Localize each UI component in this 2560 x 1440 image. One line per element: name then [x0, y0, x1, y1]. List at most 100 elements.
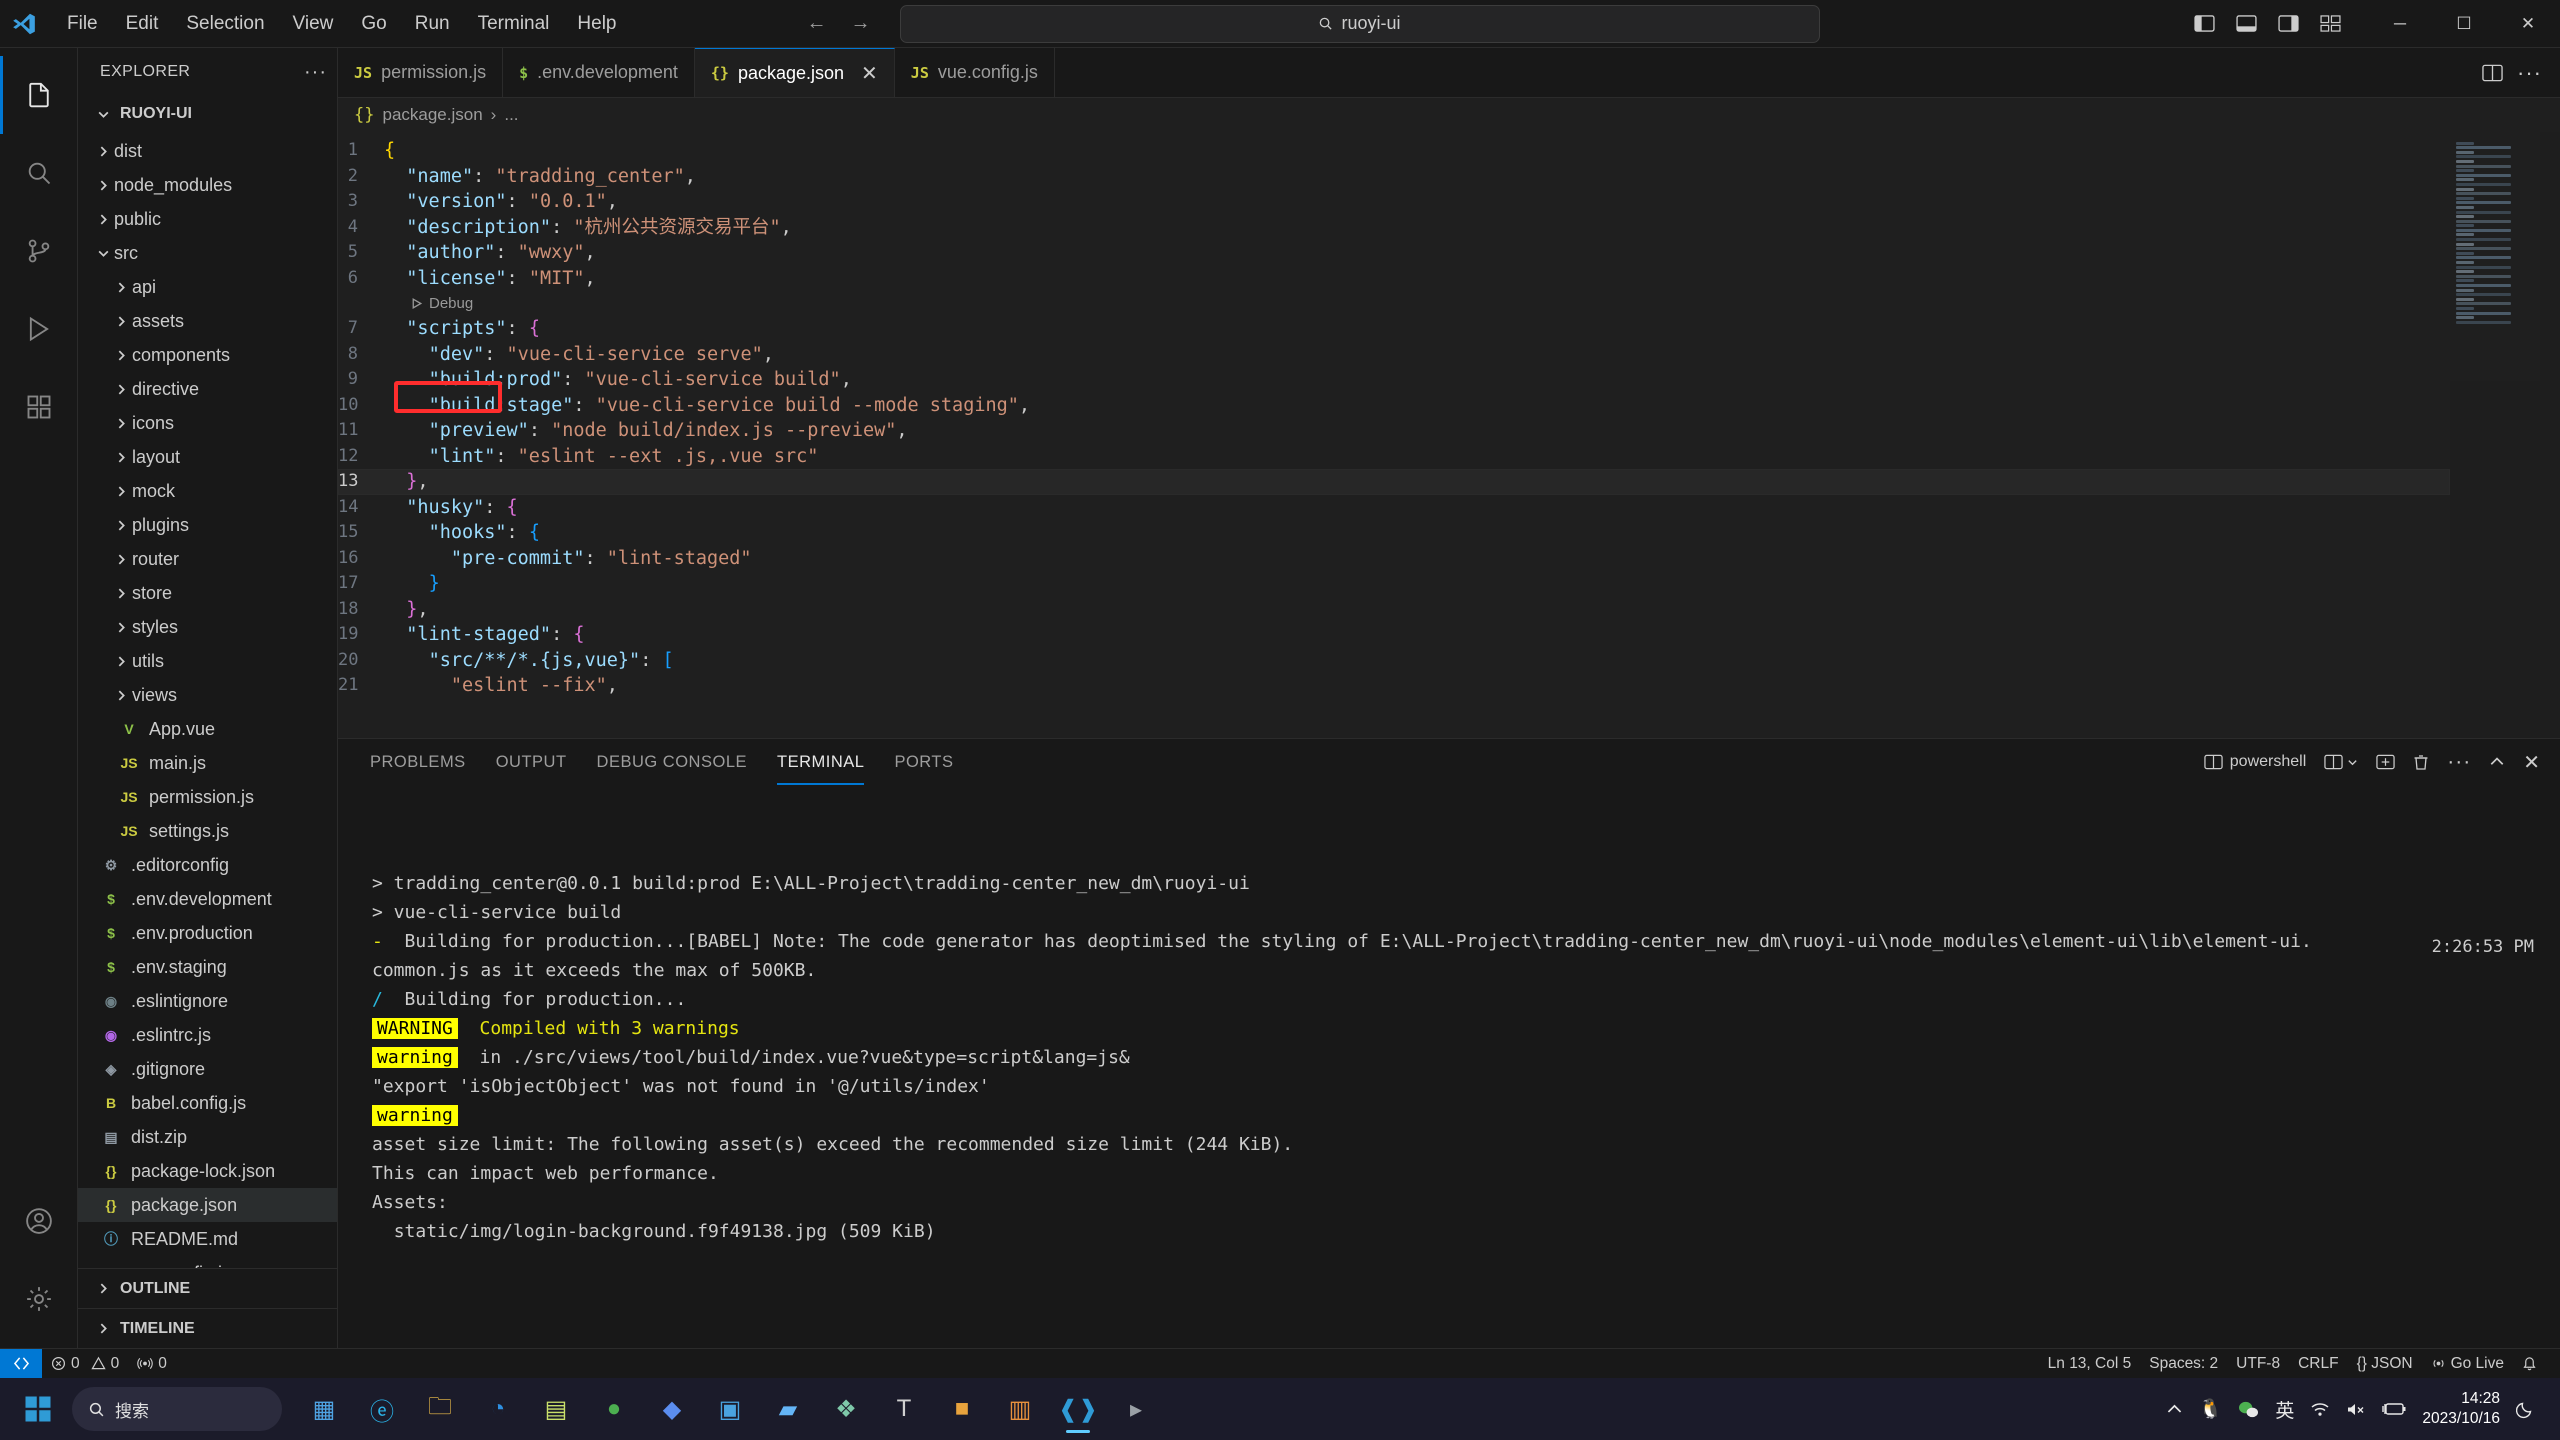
- tree-item-package-json[interactable]: {} package.json: [78, 1188, 337, 1222]
- file-tree[interactable]: dist node_modules public src api assets compon…: [78, 132, 337, 1268]
- tree-item-views[interactable]: views: [78, 678, 337, 712]
- toggle-primary-sidebar-icon[interactable]: [2186, 8, 2222, 40]
- code-line[interactable]: 16 "pre-commit": "lint-staged": [338, 546, 2450, 572]
- tree-item-permission-js[interactable]: JS permission.js: [78, 780, 337, 814]
- panel-tab-output[interactable]: OUTPUT: [496, 739, 567, 785]
- tree-item-node-modules[interactable]: node_modules: [78, 168, 337, 202]
- editor-tab-permission-js[interactable]: JS permission.js: [338, 48, 504, 97]
- customize-layout-icon[interactable]: [2312, 8, 2348, 40]
- tree-item-router[interactable]: router: [78, 542, 337, 576]
- tree-item-icons[interactable]: icons: [78, 406, 337, 440]
- menu-go[interactable]: Go: [348, 8, 399, 40]
- taskbar-app-notes[interactable]: ▤: [530, 1383, 582, 1435]
- code-line[interactable]: 6 "license": "MIT",: [338, 266, 2450, 292]
- remote-indicator-icon[interactable]: [0, 1348, 42, 1379]
- toggle-panel-icon[interactable]: [2228, 8, 2264, 40]
- moon-icon[interactable]: [2516, 1399, 2536, 1419]
- code-line[interactable]: 5 "author": "wwxy",: [338, 240, 2450, 266]
- code-lines[interactable]: 1{2 "name": "tradding_center", 3 "version…: [338, 132, 2450, 738]
- tree-item-components[interactable]: components: [78, 338, 337, 372]
- tree-item-env-production[interactable]: $ .env.production: [78, 916, 337, 950]
- taskbar-app-vscode[interactable]: ❰❱: [1052, 1383, 1104, 1435]
- menu-view[interactable]: View: [280, 8, 347, 40]
- tree-item-editorconfig[interactable]: ⚙ .editorconfig: [78, 848, 337, 882]
- activity-accounts[interactable]: [0, 1182, 78, 1260]
- tree-item-main-js[interactable]: JS main.js: [78, 746, 337, 780]
- status-language-mode[interactable]: {} JSON: [2348, 1349, 2422, 1379]
- editor-tab-env-development[interactable]: $ .env.development: [503, 48, 695, 97]
- editor-tab-vue-config-js[interactable]: JS vue.config.js: [894, 48, 1055, 97]
- taskbar-app-folder-blue[interactable]: ▣: [704, 1383, 756, 1435]
- timeline-section[interactable]: TIMELINE: [78, 1308, 337, 1348]
- status-notifications[interactable]: [2513, 1349, 2546, 1379]
- tree-item-utils[interactable]: utils: [78, 644, 337, 678]
- outline-section[interactable]: OUTLINE: [78, 1268, 337, 1308]
- code-line[interactable]: 4 "description": "杭州公共资源交易平台",: [338, 215, 2450, 241]
- code-line[interactable]: 11 "preview": "node build/index.js --pre…: [338, 418, 2450, 444]
- wifi-icon[interactable]: [2310, 1401, 2330, 1418]
- maximize-button[interactable]: ☐: [2432, 0, 2496, 48]
- taskbar-clock[interactable]: 14:28 2023/10/16: [2422, 1389, 2500, 1429]
- taskbar-app-browser-alt[interactable]: ◆: [646, 1383, 698, 1435]
- activity-explorer[interactable]: [0, 56, 78, 134]
- panel-tab-debug-console[interactable]: DEBUG CONSOLE: [597, 739, 747, 785]
- tree-item-dist[interactable]: dist: [78, 134, 337, 168]
- code-line[interactable]: 8 "dev": "vue-cli-service serve",: [338, 342, 2450, 368]
- menu-selection[interactable]: Selection: [173, 8, 277, 40]
- tree-item-mock[interactable]: mock: [78, 474, 337, 508]
- status-cursor-position[interactable]: Ln 13, Col 5: [2039, 1349, 2141, 1379]
- back-arrow-icon[interactable]: ←: [800, 7, 834, 41]
- menu-help[interactable]: Help: [564, 8, 629, 40]
- tree-item-env-staging[interactable]: $ .env.staging: [78, 950, 337, 984]
- code-line[interactable]: 21 "eslint --fix",: [338, 673, 2450, 699]
- new-terminal-icon[interactable]: [2376, 754, 2395, 770]
- code-line[interactable]: 1{: [338, 138, 2450, 164]
- status-go-live[interactable]: Go Live: [2422, 1349, 2513, 1379]
- taskbar-app-edge[interactable]: ◔: [472, 1383, 524, 1435]
- activity-search[interactable]: [0, 134, 78, 212]
- tree-item-public[interactable]: public: [78, 202, 337, 236]
- taskbar-app-office[interactable]: ▥: [994, 1383, 1046, 1435]
- code-line[interactable]: 13 },: [338, 469, 2450, 495]
- tree-item-assets[interactable]: assets: [78, 304, 337, 338]
- terminal-shell-selector[interactable]: powershell: [2204, 753, 2306, 771]
- tree-item-app-vue[interactable]: V App.vue: [78, 712, 337, 746]
- activity-run-and-debug[interactable]: [0, 290, 78, 368]
- code-line[interactable]: 18 },: [338, 597, 2450, 623]
- code-line[interactable]: 15 "hooks": {: [338, 520, 2450, 546]
- close-button[interactable]: ✕: [2496, 0, 2560, 48]
- code-line[interactable]: 2 "name": "tradding_center",: [338, 164, 2450, 190]
- codelens-debug[interactable]: Debug: [338, 291, 2450, 316]
- breadcrumb-file[interactable]: package.json: [382, 105, 482, 125]
- menu-file[interactable]: File: [54, 8, 111, 40]
- tree-item-eslintignore[interactable]: ◉ .eslintignore: [78, 984, 337, 1018]
- menu-terminal[interactable]: Terminal: [465, 8, 563, 40]
- tree-item-env-development[interactable]: $ .env.development: [78, 882, 337, 916]
- taskbar-app-terminal-app[interactable]: ▸: [1110, 1383, 1162, 1435]
- code-line[interactable]: 3 "version": "0.0.1",: [338, 189, 2450, 215]
- tree-item-package-lock-json[interactable]: {} package-lock.json: [78, 1154, 337, 1188]
- menu-run[interactable]: Run: [402, 8, 463, 40]
- explorer-more-actions-icon[interactable]: ···: [304, 61, 327, 84]
- code-line[interactable]: 10 "build:stage": "vue-cli-service build…: [338, 393, 2450, 419]
- breadcrumb[interactable]: {} package.json › ...: [338, 98, 2560, 132]
- taskbar-app-edge-legacy[interactable]: ⓔ: [356, 1383, 408, 1435]
- tree-item-store[interactable]: store: [78, 576, 337, 610]
- taskbar-app-word[interactable]: T: [878, 1383, 930, 1435]
- tree-item-plugins[interactable]: plugins: [78, 508, 337, 542]
- more-actions-icon[interactable]: ···: [2517, 60, 2542, 86]
- code-line[interactable]: 14 "husky": {: [338, 495, 2450, 521]
- taskbar-app-photos[interactable]: ▰: [762, 1383, 814, 1435]
- code-editor[interactable]: 1{2 "name": "tradding_center", 3 "version…: [338, 132, 2560, 738]
- command-center[interactable]: ruoyi-ui: [899, 4, 1820, 43]
- status-eol[interactable]: CRLF: [2289, 1349, 2347, 1379]
- forward-arrow-icon[interactable]: →: [844, 7, 878, 41]
- status-problems[interactable]: 0 0: [42, 1349, 128, 1379]
- activity-extensions[interactable]: [0, 368, 78, 446]
- activity-manage[interactable]: [0, 1260, 78, 1338]
- taskbar-app-wechat[interactable]: ●: [588, 1383, 640, 1435]
- status-ports[interactable]: 0: [128, 1349, 176, 1379]
- status-indentation[interactable]: Spaces: 2: [2140, 1349, 2227, 1379]
- close-tab-icon[interactable]: ✕: [861, 61, 878, 86]
- tree-item-vue-config-js[interactable]: JSvue.config.js: [78, 1256, 337, 1269]
